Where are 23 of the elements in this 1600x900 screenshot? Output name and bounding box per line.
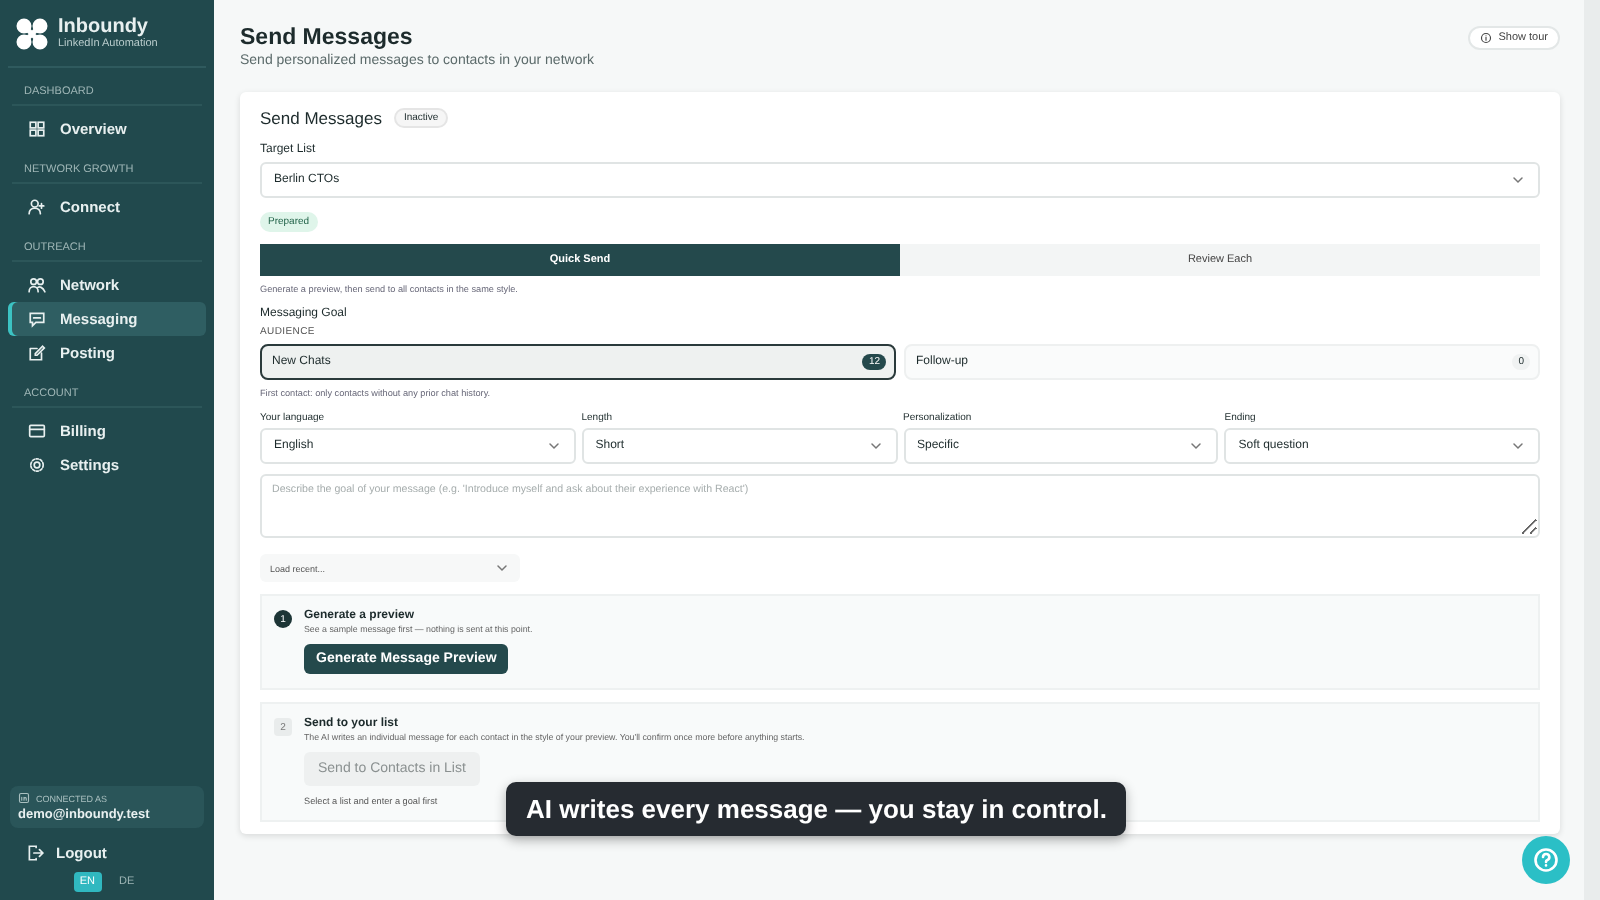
chevron-down-icon xyxy=(494,560,510,576)
caption-toast: AI writes every message — you stay in control. xyxy=(506,782,1127,836)
settings-icon xyxy=(28,456,46,474)
chevron-down-icon xyxy=(1510,438,1526,454)
people-icon xyxy=(28,276,46,294)
chat-icon xyxy=(28,310,46,328)
page-title: Send Messages xyxy=(240,26,415,50)
logout-icon xyxy=(26,844,44,862)
info-icon xyxy=(1480,32,1493,44)
chevron-down-icon xyxy=(1188,438,1205,454)
card-title: Send Messages xyxy=(260,108,382,128)
linkedin-square-icon xyxy=(18,792,30,804)
person-add-icon xyxy=(28,198,46,216)
edit-icon xyxy=(28,344,46,362)
help-button[interactable] xyxy=(1522,836,1570,884)
chevron-down-icon xyxy=(1510,172,1526,188)
chevron-down-icon xyxy=(867,438,883,454)
help-icon xyxy=(1532,846,1560,874)
chevron-down-icon xyxy=(545,438,562,454)
brand-name: Inboundy xyxy=(58,16,150,38)
logo-icon xyxy=(16,17,48,49)
grid-icon xyxy=(28,120,46,138)
card-icon xyxy=(28,422,46,440)
